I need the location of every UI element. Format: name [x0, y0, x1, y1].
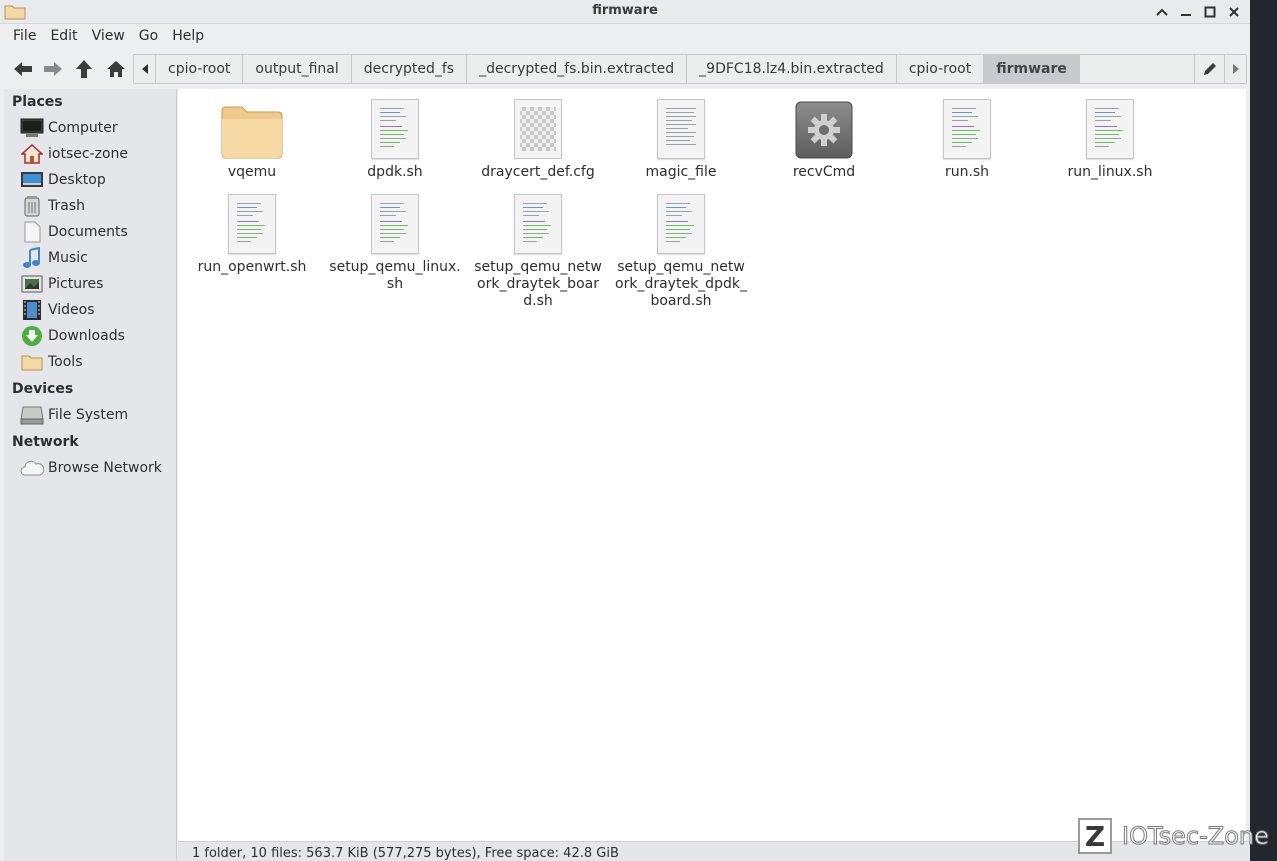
file-item[interactable]: run.sh	[897, 95, 1037, 181]
menu-bar: File Edit View Go Help	[0, 25, 1250, 49]
sidebar-item-pictures[interactable]: Pictures	[20, 272, 103, 296]
file-item[interactable]: recvCmd	[754, 95, 894, 181]
home-icon	[20, 143, 44, 165]
menu-help[interactable]: Help	[165, 25, 211, 49]
chevron-left-icon	[141, 64, 148, 74]
breadcrumb: cpio-root output_final decrypted_fs _dec…	[133, 54, 1247, 84]
script-icon	[943, 95, 991, 159]
menu-file[interactable]: File	[6, 25, 43, 49]
file-item[interactable]: run_linux.sh	[1040, 95, 1180, 181]
trash-icon	[20, 195, 44, 217]
minimize-button[interactable]	[1176, 2, 1196, 22]
file-item[interactable]: setup_qemu_linux.sh	[325, 190, 465, 293]
breadcrumb-scroll-left[interactable]	[134, 55, 156, 83]
menu-edit[interactable]: Edit	[43, 25, 84, 49]
file-item[interactable]: setup_qemu_network_draytek_dpdk_board.sh	[611, 190, 751, 310]
toolbar: cpio-root output_final decrypted_fs _dec…	[0, 50, 1250, 88]
arrow-up-icon	[76, 60, 92, 78]
chevron-up-icon	[1156, 8, 1168, 16]
menu-go[interactable]: Go	[132, 25, 165, 49]
script-icon	[514, 190, 562, 254]
arrow-left-icon	[14, 62, 32, 76]
folder-icon	[221, 95, 283, 159]
up-button[interactable]	[71, 56, 97, 82]
script-icon	[657, 190, 705, 254]
sidebar-item-home[interactable]: iotsec-zone	[20, 142, 128, 166]
sidebar-item-videos[interactable]: Videos	[20, 298, 95, 322]
file-view: vqemu dpdk.sh draycert_def.cfg magic_fil…	[178, 89, 1246, 841]
breadcrumb-scroll-right[interactable]	[1224, 55, 1246, 83]
script-icon	[1086, 95, 1134, 159]
breadcrumb-item[interactable]: _decrypted_fs.bin.extracted	[467, 55, 688, 83]
sidebar: Places Computer iotsec-zone Desktop Tras…	[4, 89, 177, 861]
watermark-text: IOTsec-Zone	[1122, 822, 1270, 851]
network-icon	[20, 457, 44, 479]
desktop-background	[1250, 0, 1277, 861]
file-item[interactable]: setup_qemu_network_draytek_board.sh	[468, 190, 608, 310]
network-heading: Network	[12, 434, 79, 450]
file-item[interactable]: dpdk.sh	[325, 95, 465, 181]
breadcrumb-item[interactable]: output_final	[243, 55, 352, 83]
documents-icon	[20, 221, 44, 243]
sidebar-item-documents[interactable]: Documents	[20, 220, 128, 244]
breadcrumb-item[interactable]: cpio-root	[896, 55, 985, 83]
watermark: Z IOTsec-Zone	[1078, 818, 1269, 854]
watermark-logo-icon: Z	[1078, 818, 1112, 854]
file-manager-window: firmware File Edit View Go Help cpio-roo…	[0, 0, 1250, 861]
script-icon	[228, 190, 276, 254]
home-icon	[107, 61, 125, 77]
sidebar-item-tools[interactable]: Tools	[20, 350, 83, 374]
downloads-icon	[20, 325, 44, 347]
home-button[interactable]	[103, 56, 129, 82]
arrow-right-icon	[44, 62, 62, 76]
devices-heading: Devices	[12, 381, 74, 397]
menu-view[interactable]: View	[85, 25, 132, 49]
music-icon	[20, 247, 44, 269]
maximize-icon	[1204, 6, 1216, 18]
text-file-icon	[657, 95, 705, 159]
sidebar-item-desktop[interactable]: Desktop	[20, 168, 106, 192]
minimize-icon	[1181, 14, 1191, 16]
sidebar-item-trash[interactable]: Trash	[20, 194, 85, 218]
window-title: firmware	[592, 3, 658, 18]
executable-icon	[795, 95, 853, 159]
videos-icon	[20, 299, 44, 321]
back-button[interactable]	[10, 56, 36, 82]
pictures-icon	[20, 273, 44, 295]
file-item[interactable]: vqemu	[182, 95, 322, 181]
breadcrumb-item[interactable]: cpio-root	[156, 55, 244, 83]
desktop-icon	[20, 169, 44, 191]
close-button[interactable]	[1224, 2, 1244, 22]
config-icon	[514, 95, 562, 159]
script-icon	[371, 190, 419, 254]
keep-above-button[interactable]	[1152, 2, 1172, 22]
maximize-button[interactable]	[1200, 2, 1220, 22]
breadcrumb-item-current[interactable]: firmware	[984, 55, 1080, 83]
file-item[interactable]: magic_file	[611, 95, 751, 181]
sidebar-item-downloads[interactable]: Downloads	[20, 324, 125, 348]
sidebar-item-computer[interactable]: Computer	[20, 116, 118, 140]
file-item[interactable]: run_openwrt.sh	[182, 190, 322, 276]
forward-button[interactable]	[40, 56, 66, 82]
pencil-icon	[1203, 63, 1216, 75]
title-bar: firmware	[0, 0, 1250, 24]
status-text: 1 folder, 10 files: 563.7 KiB (577,275 b…	[192, 846, 619, 861]
sidebar-item-browse-network[interactable]: Browse Network	[20, 456, 162, 480]
computer-icon	[20, 117, 44, 139]
drive-icon	[20, 404, 44, 426]
breadcrumb-item[interactable]: decrypted_fs	[351, 55, 468, 83]
edit-location-button[interactable]	[1194, 55, 1224, 83]
breadcrumb-item[interactable]: _9DFC18.lz4.bin.extracted	[687, 55, 897, 83]
sidebar-item-file-system[interactable]: File System	[20, 403, 128, 427]
chevron-right-icon	[1232, 64, 1239, 74]
places-heading: Places	[12, 94, 63, 110]
sidebar-item-music[interactable]: Music	[20, 246, 88, 270]
script-icon	[371, 95, 419, 159]
folder-icon	[20, 351, 44, 373]
close-icon	[1229, 7, 1239, 17]
file-item[interactable]: draycert_def.cfg	[468, 95, 608, 181]
